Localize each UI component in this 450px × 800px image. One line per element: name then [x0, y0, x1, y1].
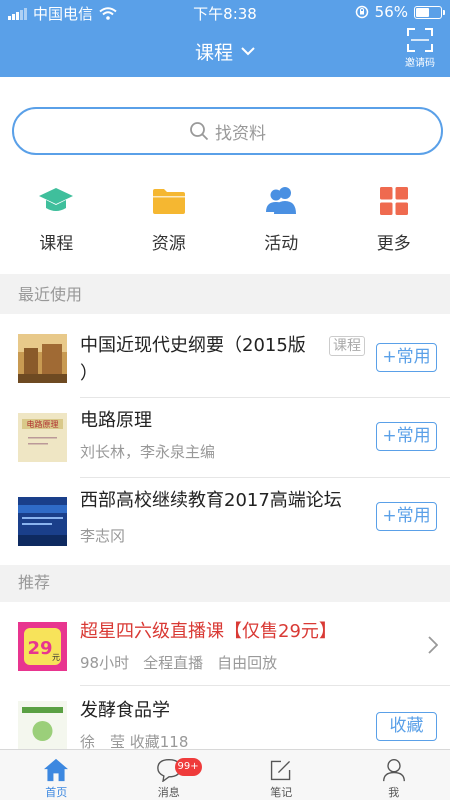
list-item-meta: 98小时 全程直播 自由回放 — [80, 654, 278, 672]
edit-icon — [271, 760, 291, 781]
scan-icon — [407, 28, 433, 52]
quick-action-resource[interactable]: 资源 — [113, 183, 226, 254]
add-favorite-button[interactable]: +常用 — [376, 502, 437, 531]
list-item-title: 电路原理 — [80, 410, 152, 431]
search-placeholder: 找资料 — [215, 123, 266, 144]
course-switcher[interactable]: 课程 — [0, 38, 450, 65]
tab-label: 首页 — [45, 786, 68, 799]
list-item[interactable]: 29 元 超星四六级直播课【仅售29元】 98小时 全程直播 自由回放 — [0, 602, 450, 685]
tab-messages[interactable]: 99+ 消息 — [113, 750, 226, 800]
list-item-title: 超星四六级直播课【仅售29元】 — [80, 621, 337, 642]
invite-code-button[interactable]: 邀请码 — [400, 28, 440, 69]
collect-button[interactable]: 收藏 — [376, 712, 437, 741]
tab-label: 消息 — [157, 786, 180, 799]
tab-label: 笔记 — [270, 786, 293, 799]
list-item-title: 西部高校继续教育2017高端论坛 — [80, 490, 342, 511]
chevron-down-icon — [241, 47, 255, 56]
list-item-subtitle: 李志冈 — [80, 527, 126, 545]
tab-bar: 首页 99+ 消息 笔记 我 — [0, 749, 450, 800]
app-header: 中国电信 下午8:38 56% 课程 邀请码 — [0, 0, 450, 77]
list-item[interactable]: 西部高校继续教育2017高端论坛 李志冈 +常用 — [0, 477, 450, 565]
page-title: 课程 — [194, 42, 233, 64]
promo-cover-image: 29 元 — [18, 622, 67, 671]
section-recent-label: 最近使用 — [18, 285, 83, 304]
search-input[interactable]: 找资料 — [12, 107, 443, 155]
grid-icon — [379, 187, 408, 215]
course-cover-image — [18, 334, 67, 383]
quick-action-label: 课程 — [39, 234, 74, 254]
section-recommend-label: 推荐 — [18, 573, 51, 592]
invite-code-label: 邀请码 — [405, 58, 435, 69]
tab-home[interactable]: 首页 — [0, 750, 113, 800]
tab-me[interactable]: 我 — [338, 750, 450, 800]
quick-actions: 课程 资源 活动 更多 — [0, 183, 450, 254]
folder-icon — [152, 189, 185, 214]
course-tag: 课程 — [329, 336, 365, 356]
forum-cover-image — [18, 497, 67, 546]
status-bar: 中国电信 下午8:38 56% — [0, 0, 450, 24]
list-item[interactable]: 中国近现代史纲要（2015版） 课程 +常用 — [0, 314, 450, 397]
list-item-title: 发酵食品学 — [80, 700, 170, 721]
tab-notes[interactable]: 笔记 — [225, 750, 338, 800]
quick-action-label: 活动 — [264, 234, 299, 254]
list-item-subtitle: 徐 莹 收藏118 — [80, 733, 189, 749]
add-favorite-button[interactable]: +常用 — [376, 422, 437, 451]
chevron-right-icon — [428, 636, 438, 654]
tab-label: 我 — [388, 786, 400, 799]
quick-action-label: 资源 — [151, 234, 186, 254]
home-icon — [44, 758, 69, 782]
battery-percent: 56% — [374, 3, 408, 21]
person-icon — [382, 759, 405, 782]
top-panel: 找资料 课程 资源 活动 更多 — [0, 77, 450, 274]
quick-action-more[interactable]: 更多 — [338, 183, 450, 254]
recent-list: 中国近现代史纲要（2015版） 课程 +常用 电路原理 电路原理 刘长林，李永泉… — [0, 314, 450, 565]
graduation-cap-icon — [39, 188, 74, 211]
quick-action-activity[interactable]: 活动 — [225, 183, 338, 254]
recommend-list: 29 元 超星四六级直播课【仅售29元】 98小时 全程直播 自由回放 发酵食品学 徐… — [0, 602, 450, 749]
unread-badge: 99+ — [174, 758, 202, 776]
quick-action-label: 更多 — [376, 234, 411, 254]
book-cover-image: 电路原理 — [18, 413, 67, 462]
svg-text:29: 29 — [27, 638, 52, 659]
book-cover-image — [18, 701, 67, 749]
list-item-subtitle: 刘长林，李永泉主编 — [80, 443, 216, 461]
svg-text:电路原理: 电路原理 — [27, 419, 59, 429]
list-item[interactable]: 电路原理 电路原理 刘长林，李永泉主编 +常用 — [0, 397, 450, 477]
battery-icon — [414, 5, 445, 19]
svg-text:元: 元 — [52, 653, 60, 662]
list-item-title: 中国近现代史纲要（2015版） — [80, 335, 306, 384]
quick-action-course[interactable]: 课程 — [0, 183, 113, 254]
rotation-lock-icon — [355, 5, 368, 19]
list-item[interactable]: 发酵食品学 徐 莹 收藏118 收藏 — [0, 685, 450, 749]
users-icon — [266, 187, 297, 214]
add-favorite-button[interactable]: +常用 — [376, 343, 437, 372]
search-icon — [190, 122, 209, 141]
